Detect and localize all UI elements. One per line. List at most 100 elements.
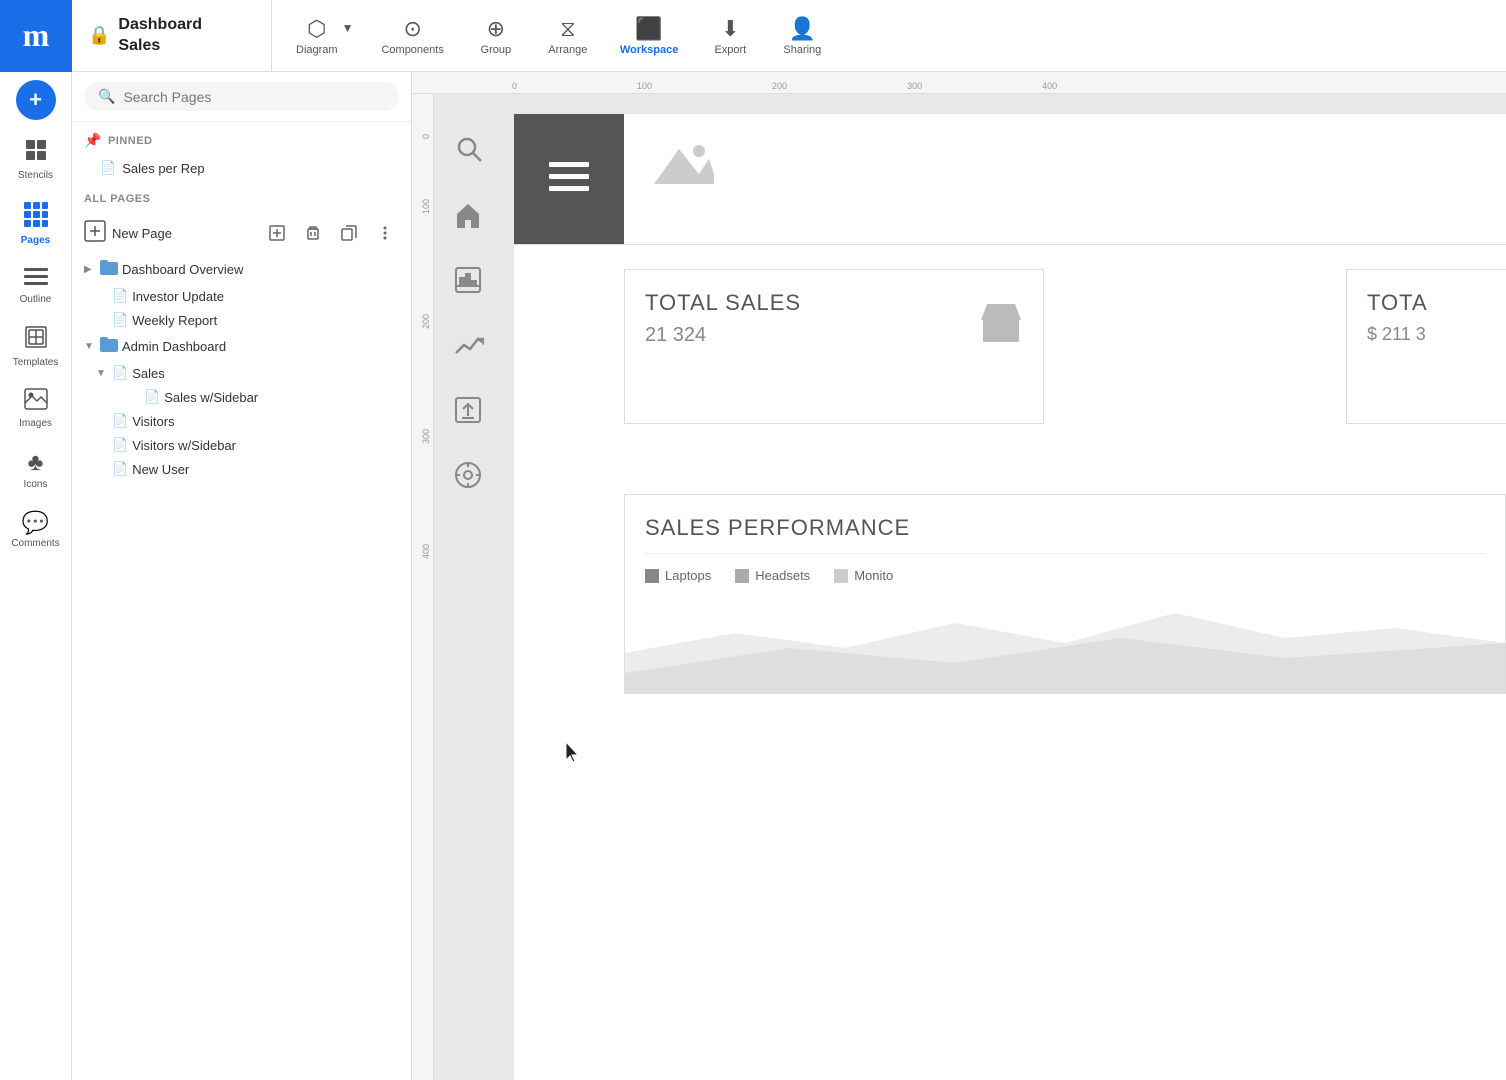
add-button[interactable]: + [16, 80, 56, 120]
workspace-tool[interactable]: ⬛ Workspace [608, 10, 691, 62]
export-label: Export [714, 44, 746, 56]
sidebar-item-images[interactable]: Images [0, 378, 71, 439]
tree-item-sales[interactable]: ▼ 📄 Sales [76, 361, 407, 385]
monitors-color-swatch [834, 569, 848, 583]
tree-item-label: Sales w/Sidebar [164, 390, 258, 405]
headsets-label: Headsets [755, 568, 810, 583]
components-tool[interactable]: ⊙ Components [369, 10, 455, 62]
file-icon: 📄 [112, 461, 128, 477]
ruler-v-mark-400: 400 [421, 544, 431, 559]
outline-icon [24, 266, 48, 292]
ruler-v-mark-200: 200 [421, 314, 431, 329]
sidebar-item-pages[interactable]: Pages [0, 191, 71, 256]
page-item-label: Sales per Rep [122, 161, 204, 176]
total-sales-card: TOTAL SALES 21 324 [624, 269, 1044, 424]
new-page-label: New Page [112, 226, 172, 241]
settings-tool-icon[interactable] [454, 461, 484, 496]
pinned-section: 📌 PINNED 📄 Sales per Rep [72, 122, 411, 185]
sales-perf-divider [645, 553, 1485, 554]
ruler-mark-100: 100 [637, 81, 652, 91]
search-icon: 🔍 [98, 88, 115, 105]
search-box[interactable]: 🔍 [84, 82, 399, 111]
logo-area: m [0, 0, 72, 72]
group-tool[interactable]: ⊕ Group [464, 10, 528, 62]
total-amount-title: TOTA [1367, 290, 1486, 316]
sidebar-item-icons[interactable]: ♣ Icons [0, 439, 71, 500]
sales-performance-card: SALES PERFORMANCE Laptops Headsets [624, 494, 1506, 694]
tree-item-label: New User [132, 462, 189, 477]
tree-item-dashboard-overview[interactable]: ▶ Dashboard Overview [76, 255, 407, 284]
workspace-icon: ⬛ [635, 16, 662, 42]
ruler-mark-400: 400 [1042, 81, 1057, 91]
tree-item-visitors[interactable]: 📄 Visitors [76, 409, 407, 433]
tree-item-investor-update[interactable]: 📄 Investor Update [76, 284, 407, 308]
lock-icon: 🔒 [88, 25, 110, 46]
sharing-label: Sharing [783, 44, 821, 56]
file-icon: 📄 [112, 437, 128, 453]
sidebar-item-comments[interactable]: 💬 Comments [0, 500, 71, 559]
folder-icon [100, 336, 118, 357]
diagram-caret: ▼ [342, 21, 354, 35]
tree-item-label: Dashboard Overview [122, 262, 243, 277]
caret-icon: ▼ [84, 341, 96, 352]
headsets-color-swatch [735, 569, 749, 583]
copy-page-icon-button[interactable] [335, 219, 363, 247]
diagram-icon: ⬡ [307, 16, 326, 42]
tree-item-label: Admin Dashboard [122, 339, 226, 354]
chart-tool-icon[interactable] [454, 266, 484, 301]
all-pages-header: ALL PAGES [84, 193, 399, 205]
trend-tool-icon[interactable] [454, 331, 484, 366]
legend-headsets: Headsets [735, 568, 810, 583]
total-sales-value: 21 324 [645, 324, 1023, 347]
arrange-label: Arrange [548, 44, 587, 56]
ruler-mark-0: 0 [512, 81, 517, 91]
dashboard-header-block [514, 114, 624, 244]
canvas-area: 0 100 200 300 400 0 100 200 300 400 [412, 72, 1506, 1080]
total-sales-title: TOTAL SALES [645, 290, 1023, 316]
caret-icon: ▼ [96, 368, 108, 379]
mouse-cursor [566, 742, 582, 762]
new-page-button[interactable]: New Page [84, 220, 255, 247]
diagram-label: Diagram [296, 44, 338, 56]
components-icon: ⊙ [403, 16, 421, 42]
search-tool-icon[interactable] [454, 134, 484, 171]
canvas-main[interactable]: TOTAL SALES 21 324 [434, 94, 1506, 1080]
ruler-mark-200: 200 [772, 81, 787, 91]
dashboard-preview: TOTAL SALES 21 324 [514, 114, 1506, 1080]
sharing-tool[interactable]: 👤 Sharing [770, 10, 834, 62]
templates-label: Templates [13, 357, 59, 368]
tree-item-new-user[interactable]: 📄 New User [76, 457, 407, 481]
sidebar-icons: + Stencils [0, 72, 72, 1080]
images-icon [24, 388, 48, 416]
file-icon: 📄 [112, 288, 128, 304]
tree-item-visitors-sidebar[interactable]: 📄 Visitors w/Sidebar [76, 433, 407, 457]
tree-item-sales-sidebar[interactable]: 📄 Sales w/Sidebar [76, 385, 407, 409]
export-tool[interactable]: ⬇ Export [698, 10, 762, 62]
search-area: 🔍 [72, 72, 411, 122]
tree-item-label: Sales [132, 366, 165, 381]
monitors-label: Monito [854, 568, 893, 583]
sidebar-item-outline[interactable]: Outline [0, 256, 71, 315]
more-options-button[interactable] [371, 219, 399, 247]
components-label: Components [381, 44, 443, 56]
home-tool-icon[interactable] [454, 201, 484, 236]
tree-item-weekly-report[interactable]: 📄 Weekly Report [76, 308, 407, 332]
diagram-tool[interactable]: ⬡ Diagram ▼ [288, 12, 361, 60]
stencils-icon [24, 138, 48, 168]
design-canvas: TOTAL SALES 21 324 [514, 114, 1506, 1080]
upload-tool-icon[interactable] [454, 396, 484, 431]
tree-item-admin-dashboard[interactable]: ▼ Admin Dashboard [76, 332, 407, 361]
arrange-tool[interactable]: ⧖ Arrange [536, 10, 600, 62]
pin-icon: 📌 [84, 132, 102, 149]
delete-page-icon-button[interactable] [299, 219, 327, 247]
new-page-icon [84, 220, 106, 247]
sidebar-item-templates[interactable]: Templates [0, 315, 71, 378]
search-input[interactable] [123, 89, 385, 105]
add-page-icon-button[interactable] [263, 219, 291, 247]
sidebar-item-stencils[interactable]: Stencils [0, 128, 71, 191]
image-placeholder [644, 134, 724, 194]
pinned-item-sales-per-rep[interactable]: 📄 Sales per Rep [84, 155, 399, 181]
ruler-v-mark-100: 100 [421, 199, 431, 214]
file-icon: 📄 [112, 312, 128, 328]
tree-item-label: Visitors w/Sidebar [132, 438, 236, 453]
